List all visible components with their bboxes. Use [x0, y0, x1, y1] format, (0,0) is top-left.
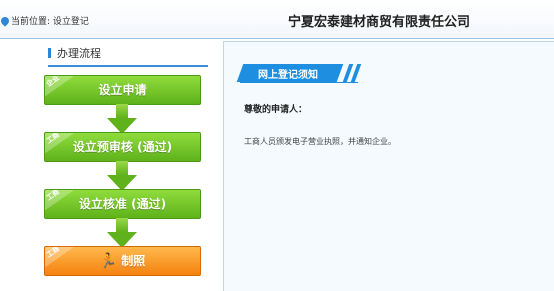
greeting-text: 尊敬的申请人：	[244, 105, 308, 115]
notice-panel: 网上登记须知 尊敬的申请人： 工商人员颁发电子营业执照，并通知企业。	[223, 41, 554, 291]
location-pin-icon	[0, 15, 11, 27]
breadcrumb: 当前位置: 设立登记	[0, 14, 89, 27]
step-label-wrap: 🏃 制照	[45, 247, 200, 275]
process-panel: 办理流程 企业 设立申请 工商 设立预审核 (通过) 工商 设立核准 (通过) …	[0, 39, 222, 290]
step-label: 制照	[121, 254, 146, 268]
notice-underline	[240, 82, 358, 83]
step-label: 设立申请	[98, 83, 147, 97]
step-issue-license: 工商 🏃 制照	[44, 246, 201, 276]
company-name: 宁夏宏泰建材商贸有限责任公司	[288, 15, 471, 30]
top-bar: 当前位置: 设立登记 宁夏宏泰建材商贸有限责任公司	[0, 0, 554, 39]
step-label: 设立预审核 (通过)	[72, 140, 173, 154]
process-title-text: 办理流程	[57, 47, 101, 60]
notice-message: 工商人员颁发电子营业执照，并通知企业。	[244, 137, 396, 146]
title-bar-icon	[48, 48, 51, 58]
process-title-underline	[48, 65, 208, 67]
step-label: 设立核准 (通过)	[78, 197, 167, 211]
process-title: 办理流程	[48, 45, 101, 61]
location-label: 当前位置: 设立登记	[11, 17, 89, 27]
step-approval: 工商 设立核准 (通过)	[44, 189, 201, 219]
notice-title: 网上登记须知	[258, 70, 318, 81]
step-pre-review: 工商 设立预审核 (通过)	[44, 132, 201, 162]
person-icon: 🏃	[99, 253, 118, 269]
step-apply: 企业 设立申请	[44, 75, 201, 105]
